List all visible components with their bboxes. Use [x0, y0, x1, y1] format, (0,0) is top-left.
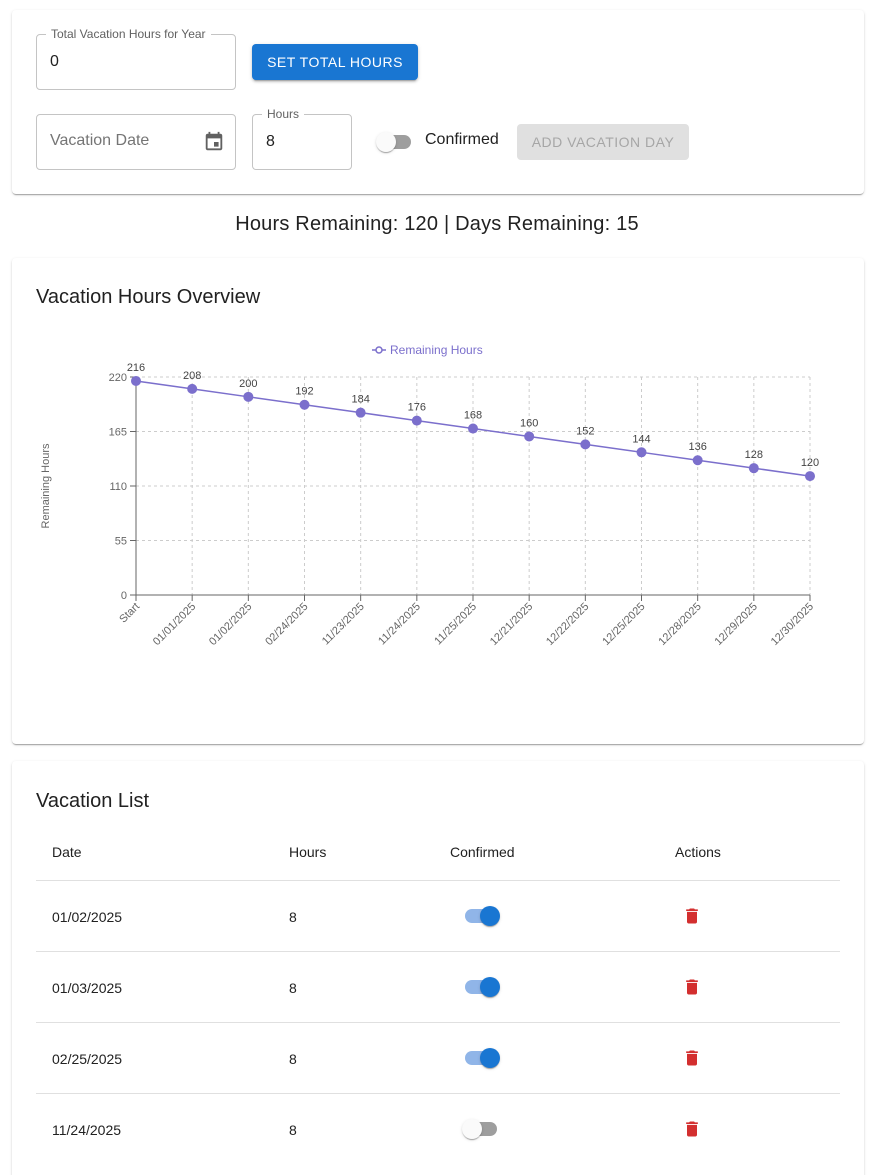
- delete-trash-icon[interactable]: [682, 906, 702, 926]
- table-row: 11/24/2025 8: [36, 1093, 840, 1164]
- data-label: 208: [183, 370, 201, 382]
- data-point: [243, 391, 254, 402]
- column-header-actions: Actions: [675, 844, 721, 860]
- x-tick-label: 11/23/2025: [320, 601, 367, 648]
- row-date: 01/03/2025: [52, 980, 123, 996]
- table-row: 01/03/2025 8: [36, 951, 840, 1022]
- row-hours: 8: [289, 1051, 297, 1067]
- data-label: 192: [295, 386, 313, 398]
- data-point: [131, 375, 141, 386]
- remaining-hours-chart: 0 55 110 165 220 Start 01/01/2025 01/02/2025 02/…: [40, 343, 819, 648]
- data-point: [692, 455, 703, 466]
- data-point: [411, 415, 422, 426]
- column-header-date: Date: [52, 844, 82, 860]
- y-tick-label: 0: [121, 590, 127, 602]
- total-hours-value[interactable]: 0: [50, 53, 59, 71]
- x-tick-label: 02/24/2025: [263, 601, 310, 648]
- x-tick-label: 12/25/2025: [600, 601, 647, 648]
- data-point: [468, 423, 478, 434]
- calendar-icon[interactable]: [203, 131, 225, 153]
- total-hours-label: Total Vacation Hours for Year: [46, 27, 211, 41]
- table-row: 02/25/2025 8: [36, 1022, 840, 1093]
- delete-trash-icon[interactable]: [682, 1048, 702, 1068]
- delete-trash-icon[interactable]: [682, 1119, 702, 1139]
- data-point: [580, 439, 591, 450]
- data-point: [187, 383, 198, 394]
- row-confirmed-toggle[interactable]: [462, 1048, 500, 1068]
- column-header-hours: Hours: [289, 844, 327, 860]
- vacation-date-input[interactable]: Vacation Date: [36, 114, 236, 170]
- set-total-hours-button[interactable]: SET TOTAL HOURS: [252, 44, 418, 80]
- hours-remaining-summary: Hours Remaining: 120 | Days Remaining: 1…: [235, 213, 639, 235]
- data-label: 144: [632, 433, 650, 445]
- x-tick-label: 01/01/2025: [151, 601, 198, 648]
- legend-label: Remaining Hours: [390, 343, 483, 357]
- row-date: 01/02/2025: [52, 909, 123, 925]
- data-label: 136: [688, 441, 706, 453]
- data-point: [805, 471, 815, 482]
- y-tick-label: 55: [115, 536, 127, 548]
- confirmed-toggle-label: Confirmed: [425, 131, 499, 148]
- data-label: 168: [464, 410, 482, 422]
- x-tick-label: 12/30/2025: [769, 601, 816, 648]
- total-hours-input[interactable]: Total Vacation Hours for Year 0: [36, 27, 236, 90]
- data-point: [636, 447, 647, 458]
- toggle-thumb: [462, 1119, 482, 1139]
- data-label: 160: [520, 417, 538, 429]
- hours-input[interactable]: Hours 8: [252, 107, 352, 170]
- table-row: 01/02/2025 8: [36, 880, 840, 951]
- data-point: [524, 431, 535, 442]
- chart-card: Vacation Hours Overview 0 55 110 165 220 Star…: [12, 258, 864, 744]
- x-tick-label: 11/24/2025: [376, 601, 423, 648]
- x-tick-label: 12/21/2025: [488, 601, 535, 648]
- column-header-confirmed: Confirmed: [450, 844, 515, 860]
- data-label: 216: [127, 362, 145, 374]
- row-confirmed-toggle[interactable]: [462, 977, 500, 997]
- vacation-date-placeholder: Vacation Date: [50, 132, 150, 149]
- x-tick-label: 11/25/2025: [432, 601, 479, 648]
- row-hours: 8: [289, 1122, 297, 1138]
- vacation-form-card: Total Vacation Hours for Year 0 SET TOTA…: [12, 10, 864, 194]
- data-point: [355, 407, 366, 418]
- legend-marker: [375, 346, 383, 354]
- row-hours: 8: [289, 909, 297, 925]
- toggle-thumb: [480, 977, 500, 997]
- y-tick-label: 110: [109, 481, 127, 493]
- hours-label: Hours: [262, 107, 305, 121]
- toggle-thumb: [480, 906, 500, 926]
- data-label: 128: [745, 449, 763, 461]
- vacation-list-card: Vacation List Date Hours Confirmed Actio…: [12, 761, 864, 1175]
- x-tick-label: Start: [117, 601, 142, 626]
- y-axis-title: Remaining Hours: [40, 443, 52, 528]
- toggle-thumb: [376, 132, 396, 152]
- hours-value[interactable]: 8: [266, 133, 275, 151]
- data-point: [748, 463, 759, 474]
- row-confirmed-toggle[interactable]: [462, 1119, 500, 1139]
- x-tick-label: 12/29/2025: [713, 601, 760, 648]
- data-point: [299, 399, 310, 410]
- x-tick-label: 12/22/2025: [544, 601, 591, 648]
- y-tick-label: 220: [109, 372, 127, 384]
- confirmed-toggle[interactable]: [376, 132, 414, 152]
- row-date: 11/24/2025: [52, 1122, 122, 1138]
- row-confirmed-toggle[interactable]: [462, 906, 500, 926]
- data-label: 200: [239, 378, 257, 390]
- toggle-thumb: [480, 1048, 500, 1068]
- delete-trash-icon[interactable]: [682, 977, 702, 997]
- data-label: 184: [351, 394, 369, 406]
- row-date: 02/25/2025: [52, 1051, 123, 1067]
- row-hours: 8: [289, 980, 297, 996]
- data-label: 120: [801, 457, 819, 469]
- vacation-list-title: Vacation List: [36, 790, 150, 812]
- x-tick-label: 12/28/2025: [656, 601, 703, 648]
- add-vacation-day-button[interactable]: ADD VACATION DAY: [517, 124, 689, 160]
- data-label: 152: [576, 425, 594, 437]
- x-tick-label: 01/02/2025: [207, 601, 254, 648]
- y-tick-label: 165: [109, 427, 127, 439]
- data-label: 176: [408, 402, 426, 414]
